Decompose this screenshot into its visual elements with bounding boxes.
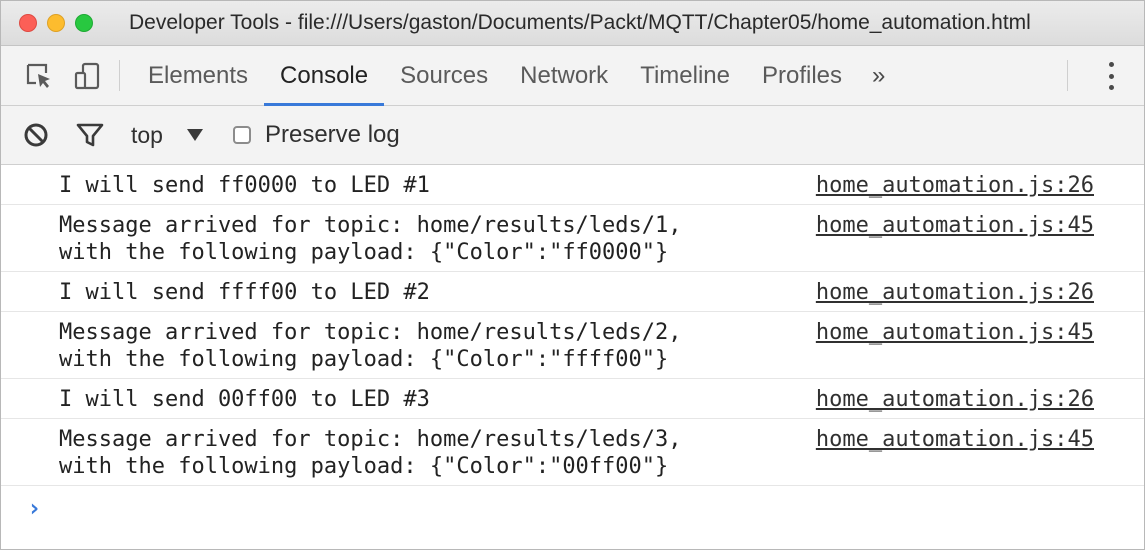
minimize-window-button[interactable] (47, 14, 65, 32)
message-text: I will send 00ff00 to LED #3 (59, 387, 430, 412)
zoom-window-button[interactable] (75, 14, 93, 32)
preserve-log-label[interactable]: Preserve log (265, 121, 400, 149)
source-link[interactable]: home_automation.js:26 (816, 172, 1094, 199)
source-link[interactable]: home_automation.js:45 (816, 212, 1094, 239)
close-window-button[interactable] (19, 14, 37, 32)
chevron-down-icon[interactable] (186, 129, 203, 141)
devtools-tab-bar: Elements Console Sources Network Timelin… (1, 46, 1144, 106)
console-message: Message arrived for topic: home/results/… (1, 419, 1144, 486)
console-messages: I will send ff0000 to LED #1 home_automa… (1, 165, 1144, 530)
source-link[interactable]: home_automation.js:45 (816, 319, 1094, 346)
console-message: I will send 00ff00 to LED #3 home_automa… (1, 379, 1144, 419)
devtools-window: Developer Tools - file:///Users/gaston/D… (0, 0, 1145, 550)
filter-icon[interactable] (75, 121, 105, 149)
more-tabs-button[interactable]: » (858, 46, 899, 105)
tab-network[interactable]: Network (504, 46, 624, 105)
kebab-dot (1108, 85, 1114, 90)
clear-console-icon-graphic (24, 123, 48, 147)
toolbar-divider (119, 60, 120, 91)
console-filter-bar: top Preserve log (1, 106, 1144, 165)
device-mode-icon[interactable] (67, 46, 107, 105)
message-text: I will send ff0000 to LED #1 (59, 173, 430, 198)
console-message: I will send ff0000 to LED #1 home_automa… (1, 165, 1144, 205)
tab-profiles[interactable]: Profiles (746, 46, 858, 105)
device-mode-icon-graphic (74, 62, 100, 89)
console-message: I will send ffff00 to LED #2 home_automa… (1, 272, 1144, 312)
message-text: I will send ffff00 to LED #2 (59, 280, 430, 305)
console-message: Message arrived for topic: home/results/… (1, 205, 1144, 272)
source-link[interactable]: home_automation.js:45 (816, 426, 1094, 453)
source-link[interactable]: home_automation.js:26 (816, 386, 1094, 413)
source-link[interactable]: home_automation.js:26 (816, 279, 1094, 306)
more-options-icon[interactable] (1104, 62, 1118, 90)
inspect-element-icon-graphic (26, 63, 50, 88)
kebab-dot (1108, 62, 1114, 67)
inspect-element-icon[interactable] (19, 46, 59, 105)
message-text: Message arrived for topic: home/results/… (59, 427, 682, 479)
toolbar-divider-right (1067, 60, 1068, 91)
message-text: Message arrived for topic: home/results/… (59, 320, 682, 372)
tab-elements[interactable]: Elements (132, 46, 264, 105)
clear-console-icon[interactable] (23, 122, 49, 148)
window-title: Developer Tools - file:///Users/gaston/D… (129, 11, 1031, 34)
context-selector[interactable]: top (131, 122, 163, 149)
title-bar: Developer Tools - file:///Users/gaston/D… (1, 1, 1144, 46)
filter-icon-graphic (76, 123, 104, 147)
tab-console[interactable]: Console (264, 46, 385, 106)
preserve-log-checkbox[interactable] (232, 126, 251, 144)
message-text: Message arrived for topic: home/results/… (59, 213, 682, 265)
console-prompt-icon: › (27, 494, 42, 522)
window-controls (19, 14, 93, 32)
tab-sources[interactable]: Sources (384, 46, 504, 105)
kebab-dot (1108, 73, 1114, 79)
tab-timeline[interactable]: Timeline (624, 46, 746, 105)
console-prompt[interactable]: › (1, 486, 1144, 530)
console-message: Message arrived for topic: home/results/… (1, 312, 1144, 379)
